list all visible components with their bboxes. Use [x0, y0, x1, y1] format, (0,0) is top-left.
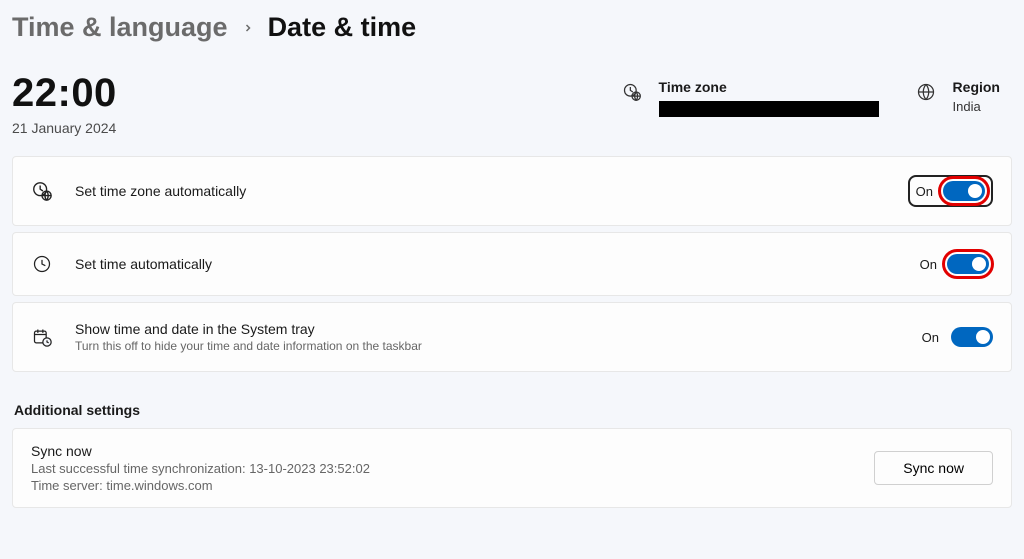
chevron-right-icon: [242, 22, 254, 34]
sync-server: Time server: time.windows.com: [31, 478, 370, 493]
sync-now-button[interactable]: Sync now: [874, 451, 993, 485]
setting-title: Set time automatically: [75, 256, 212, 272]
region-value: India: [953, 99, 1000, 114]
time-auto-toggle[interactable]: [947, 254, 989, 274]
timezone-label: Time zone: [659, 79, 879, 95]
breadcrumb-parent[interactable]: Time & language: [12, 12, 228, 43]
timezone-auto-toggle[interactable]: [943, 181, 985, 201]
setting-title: Show time and date in the System tray: [75, 321, 422, 337]
region-block: Region India: [915, 79, 1000, 114]
clock-globe-icon: [621, 81, 643, 103]
timezone-block: Time zone: [621, 79, 879, 117]
globe-icon: [915, 81, 937, 103]
setting-row-timezone-auto: Set time zone automatically On: [12, 156, 1012, 226]
breadcrumb-current: Date & time: [268, 12, 417, 43]
setting-title: Set time zone automatically: [75, 183, 246, 199]
system-tray-toggle[interactable]: [951, 327, 993, 347]
clock-globe-icon: [31, 180, 53, 202]
breadcrumb: Time & language Date & time: [12, 12, 1012, 43]
sync-title: Sync now: [31, 443, 370, 459]
current-date: 21 January 2024: [12, 120, 117, 136]
sync-last-sync: Last successful time synchronization: 13…: [31, 461, 370, 476]
toggle-group-highlight: On: [916, 251, 993, 277]
toggle-state-label: On: [920, 257, 937, 272]
toggle-state-label: On: [922, 330, 939, 345]
header-left: 22:00 21 January 2024: [12, 71, 117, 136]
header-right: Time zone Region India: [621, 79, 1000, 117]
toggle-group-highlight: On: [908, 175, 993, 207]
header-row: 22:00 21 January 2024 Time zone: [12, 71, 1012, 136]
calendar-clock-icon: [31, 326, 53, 348]
sync-card: Sync now Last successful time synchroniz…: [12, 428, 1012, 508]
region-label: Region: [953, 79, 1000, 95]
timezone-value-redacted: [659, 101, 879, 117]
setting-subtitle: Turn this off to hide your time and date…: [75, 339, 422, 353]
setting-row-time-auto: Set time automatically On: [12, 232, 1012, 296]
current-time: 22:00: [12, 71, 117, 116]
toggle-state-label: On: [916, 184, 933, 199]
setting-row-system-tray: Show time and date in the System tray Tu…: [12, 302, 1012, 372]
clock-icon: [31, 253, 53, 275]
additional-settings-heading: Additional settings: [14, 402, 1012, 418]
